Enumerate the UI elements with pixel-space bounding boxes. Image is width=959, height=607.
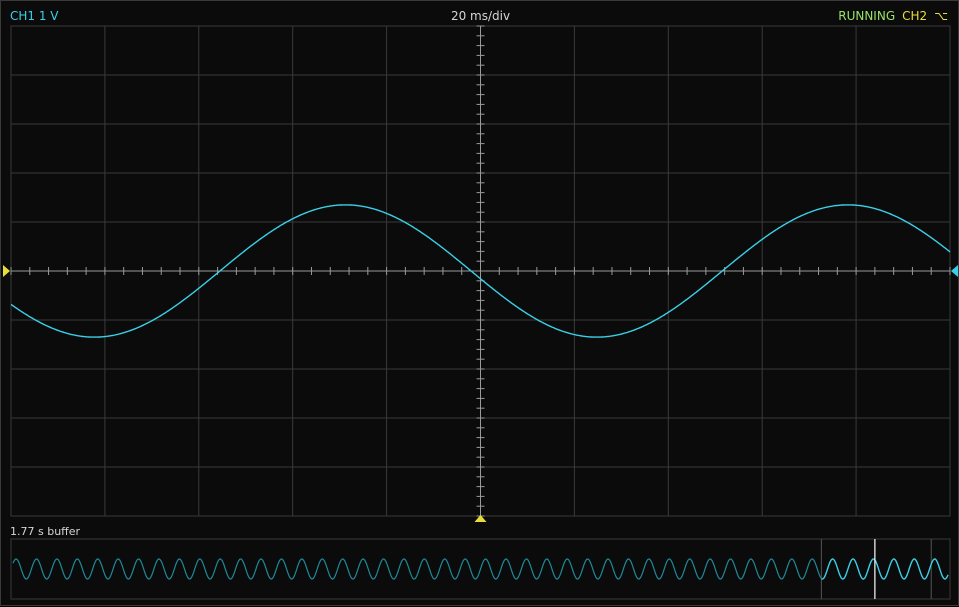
overview-trace xyxy=(12,558,822,580)
oscilloscope-display: CH1 1 V 20 ms/div RUNNING CH2 ⌥ 1.77 s b… xyxy=(0,0,959,606)
overview-trace-visible xyxy=(821,558,949,580)
buffer-overview[interactable] xyxy=(1,1,959,607)
